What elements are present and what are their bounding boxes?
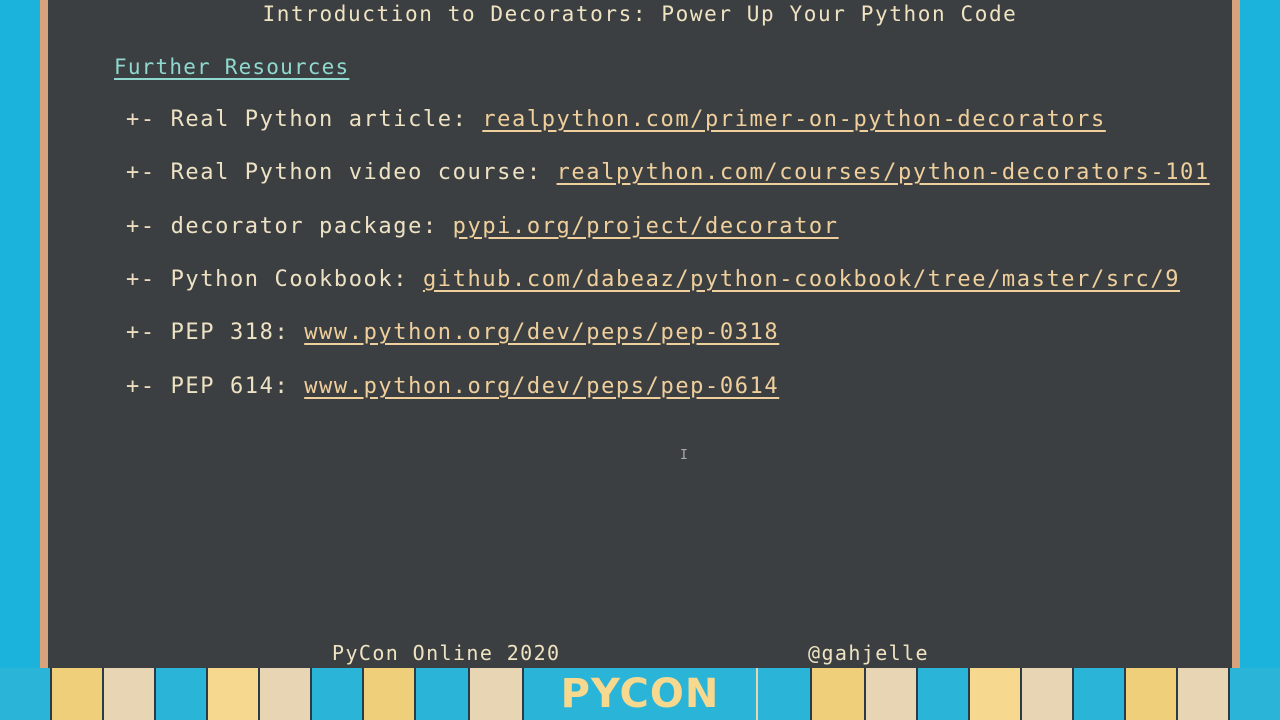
pycon-logo: PYCON 2020 — [524, 668, 756, 720]
banner-tile — [260, 668, 312, 720]
pycon-banner: PYCON 2020 — [0, 668, 1280, 720]
resource-item: +- decorator package: pypi.org/project/d… — [126, 213, 839, 241]
banner-tile — [1178, 668, 1230, 720]
banner-tile — [208, 668, 260, 720]
banner-tile — [812, 668, 866, 720]
slide-frame: Introduction to Decorators: Power Up You… — [40, 0, 1240, 668]
banner-tile — [918, 668, 970, 720]
banner-tile — [758, 668, 812, 720]
right-side-panel — [1240, 0, 1280, 668]
resource-link[interactable]: www.python.org/dev/peps/pep-0318 — [304, 320, 779, 345]
banner-tile — [312, 668, 364, 720]
footer-handle: @gahjelle — [808, 641, 929, 665]
resource-label: Python Cookbook: — [170, 267, 409, 292]
resource-link[interactable]: pypi.org/project/decorator — [453, 214, 839, 239]
banner-tile — [1074, 668, 1126, 720]
resource-label: Real Python video course: — [170, 160, 542, 185]
bullet-marker: +- — [126, 267, 156, 292]
banner-tile — [364, 668, 416, 720]
banner-tile — [970, 668, 1022, 720]
resource-label: PEP 318: — [170, 320, 290, 345]
footer-event: PyCon Online 2020 — [332, 641, 561, 665]
resource-link[interactable]: realpython.com/primer-on-python-decorato… — [482, 107, 1106, 132]
banner-tile — [156, 668, 208, 720]
resource-label: decorator package: — [170, 214, 438, 239]
resource-item: +- Real Python video course: realpython.… — [126, 159, 1210, 187]
resource-label: Real Python article: — [170, 107, 468, 132]
banner-tile — [52, 668, 104, 720]
banner-tile — [866, 668, 918, 720]
bullet-marker: +- — [126, 374, 156, 399]
bullet-marker: +- — [126, 320, 156, 345]
resource-item: +- PEP 318: www.python.org/dev/peps/pep-… — [126, 319, 779, 347]
banner-tile — [1022, 668, 1074, 720]
bullet-marker: +- — [126, 107, 156, 132]
slide-screen: Introduction to Decorators: Power Up You… — [48, 0, 1232, 668]
left-side-panel — [0, 0, 40, 668]
resource-item: +- PEP 614: www.python.org/dev/peps/pep-… — [126, 373, 779, 401]
banner-tile — [0, 668, 52, 720]
banner-tile — [1126, 668, 1178, 720]
banner-tile — [104, 668, 156, 720]
bullet-marker: +- — [126, 214, 156, 239]
resource-label: PEP 614: — [170, 374, 290, 399]
banner-tile — [470, 668, 524, 720]
resource-link[interactable]: github.com/dabeaz/python-cookbook/tree/m… — [423, 267, 1180, 292]
resource-item: +- Real Python article: realpython.com/p… — [126, 106, 1106, 134]
resource-item: +- Python Cookbook: github.com/dabeaz/py… — [126, 266, 1180, 294]
resource-link[interactable]: www.python.org/dev/peps/pep-0614 — [304, 374, 779, 399]
banner-tile — [416, 668, 470, 720]
bullet-marker: +- — [126, 160, 156, 185]
section-heading: Further Resources — [114, 55, 350, 79]
banner-tile — [1230, 668, 1280, 720]
slide-title: Introduction to Decorators: Power Up You… — [262, 2, 1018, 26]
text-cursor-icon: I — [680, 448, 688, 463]
resource-link[interactable]: realpython.com/courses/python-decorators… — [557, 160, 1210, 185]
